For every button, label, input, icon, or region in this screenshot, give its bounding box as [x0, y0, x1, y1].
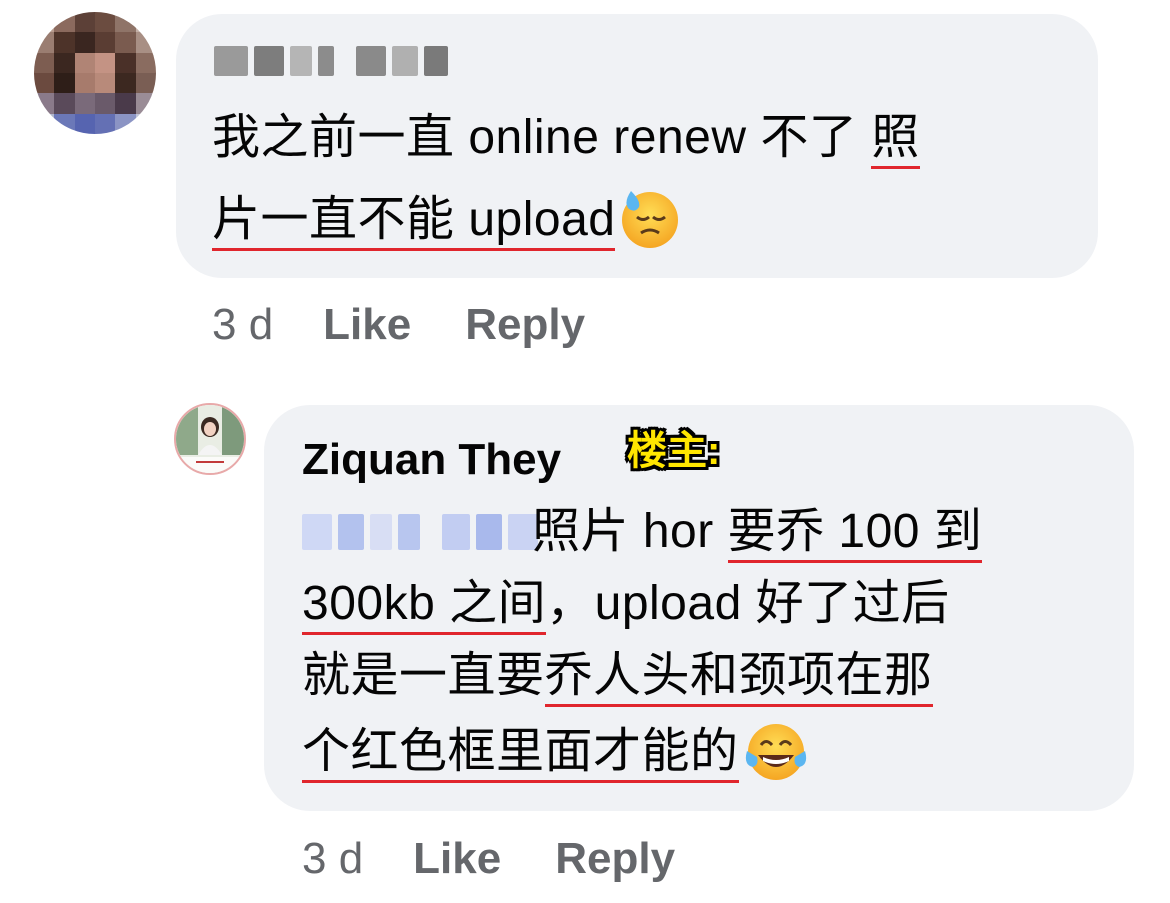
comment-text-line: 照片 hor 要乔 100 到	[532, 502, 983, 563]
mention-tag-blurred[interactable]	[302, 514, 538, 550]
comment-actions: 3 d Like Reply	[212, 300, 585, 350]
comment-text-line: 就是一直要乔人头和颈项在那	[302, 646, 933, 707]
comment-text-line: 个红色框里面才能的	[302, 722, 809, 785]
downcast-sweat-face-icon	[619, 187, 681, 249]
like-button[interactable]: Like	[323, 300, 411, 350]
timestamp[interactable]: 3 d	[302, 834, 363, 884]
tears-of-joy-face-icon	[743, 721, 809, 783]
comment-text-line: 300kb 之间，upload 好了过后	[302, 574, 950, 635]
op-badge: 楼主:	[627, 429, 721, 473]
reply-button[interactable]: Reply	[465, 300, 585, 350]
reply-button[interactable]: Reply	[555, 834, 675, 884]
comment-actions: 3 d Like Reply	[302, 834, 675, 884]
author-name[interactable]: Ziquan They	[302, 434, 561, 486]
timestamp[interactable]: 3 d	[212, 300, 273, 350]
author-name-blurred[interactable]	[214, 46, 448, 76]
comment-text-line: 片一直不能 upload	[212, 190, 681, 253]
avatar[interactable]	[34, 12, 156, 134]
like-button[interactable]: Like	[413, 834, 501, 884]
avatar[interactable]	[174, 403, 246, 475]
comment-text-line: 我之前一直 online renew 不了 照	[212, 108, 920, 169]
